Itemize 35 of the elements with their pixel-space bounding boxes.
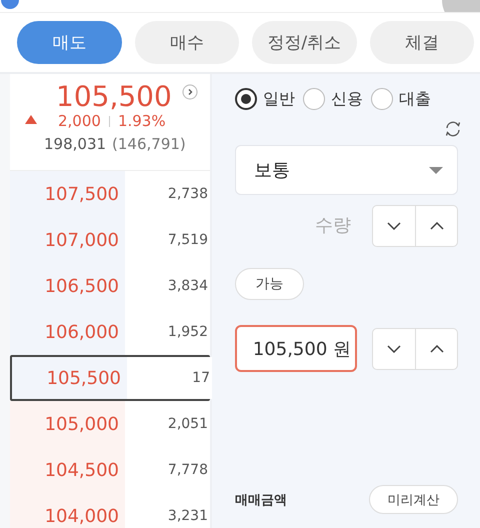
order-price[interactable]: 106,500: [10, 263, 125, 309]
order-price[interactable]: 107,500: [10, 171, 125, 217]
order-price[interactable]: 104,500: [10, 447, 125, 493]
order-price[interactable]: 106,000: [10, 309, 125, 355]
previous-volume: (146,791): [112, 135, 186, 153]
order-type-dropdown[interactable]: 보통: [235, 145, 458, 195]
order-price[interactable]: 104,000: [10, 493, 125, 528]
amount-label: 매매금액: [235, 492, 287, 508]
radio-option[interactable]: 대출: [371, 88, 431, 110]
app-icon: [0, 0, 20, 9]
quantity-field[interactable]: 수량: [235, 202, 357, 249]
radio-option[interactable]: 일반: [235, 88, 295, 110]
tab[interactable]: 매도: [17, 21, 122, 64]
order-price[interactable]: 105,500: [12, 357, 127, 399]
caret-icon: [429, 166, 443, 174]
current-price: 105,500: [56, 80, 172, 113]
tab[interactable]: 매수: [134, 21, 239, 64]
chevron-up-icon: [430, 344, 444, 352]
volume: 198,031: [44, 135, 106, 153]
tab[interactable]: 체결: [370, 21, 474, 64]
chevron-up-icon: [430, 222, 444, 230]
price-field[interactable]: 105,500 원: [235, 325, 357, 372]
dropdown-value: 보통: [254, 159, 290, 182]
change-rate: 1.93%: [118, 112, 166, 130]
precalculate-button[interactable]: 미리계산: [369, 485, 458, 514]
order-price[interactable]: 107,000: [10, 217, 125, 263]
available-button[interactable]: 가능: [235, 268, 304, 300]
chevron-down-icon: [387, 222, 401, 230]
radio-option[interactable]: 신용: [303, 88, 363, 110]
chevron-icon[interactable]: [182, 84, 198, 100]
chevron-down-icon: [387, 344, 401, 352]
order-price[interactable]: 105,000: [10, 401, 125, 447]
price-change: 2,000: [58, 112, 101, 130]
refresh-icon[interactable]: [444, 120, 462, 138]
tab[interactable]: 정정/취소: [252, 21, 356, 64]
